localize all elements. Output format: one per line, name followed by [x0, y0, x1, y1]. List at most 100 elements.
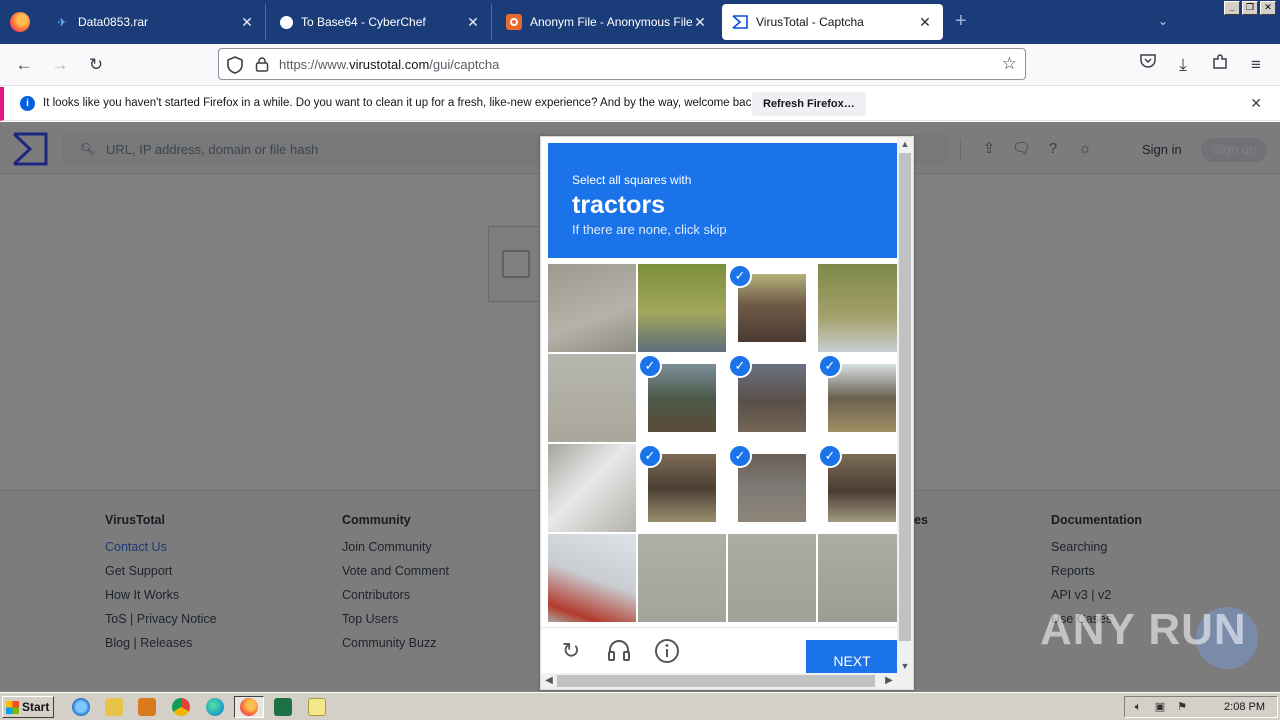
url-text: https://www.virustotal.com/gui/captcha	[279, 57, 500, 72]
captcha-tile[interactable]: ✓	[818, 354, 906, 442]
captcha-tile[interactable]: ✓	[638, 354, 726, 442]
checkmark-icon: ✓	[638, 444, 662, 468]
captcha-tile-image	[728, 534, 816, 622]
captcha-hint-text: If there are none, click skip	[572, 222, 727, 237]
captcha-tile[interactable]: ✓	[818, 444, 906, 532]
scroll-left-icon[interactable]: ◀	[541, 673, 557, 689]
list-all-tabs-icon[interactable]: ⌄	[1158, 14, 1168, 28]
horizontal-scrollbar[interactable]: ◀ ▶	[541, 673, 913, 689]
scroll-up-icon[interactable]: ▲	[897, 137, 913, 151]
tab-strip: ✈ Data0853.rar ✕ To Base64 - CyberChef ✕…	[0, 0, 1280, 44]
start-button[interactable]: Start	[2, 696, 54, 718]
audio-challenge-icon[interactable]	[606, 638, 632, 664]
captcha-tile[interactable]	[548, 534, 636, 622]
anyrun-watermark: ANY RUN	[1040, 605, 1247, 655]
vertical-scrollbar[interactable]: ▲ ▼	[897, 137, 913, 673]
captcha-tile[interactable]	[818, 534, 906, 622]
lock-icon[interactable]	[255, 56, 269, 72]
close-tab-icon[interactable]: ✕	[917, 14, 933, 31]
checkmark-icon: ✓	[818, 444, 842, 468]
captcha-tile[interactable]: ✓	[638, 444, 726, 532]
scroll-thumb[interactable]	[899, 153, 911, 641]
refresh-firefox-button[interactable]: Refresh Firefox…	[752, 92, 866, 116]
bookmark-star-icon[interactable]: ☆	[1002, 54, 1017, 74]
pocket-icon[interactable]	[1137, 54, 1159, 76]
tab-virustotal[interactable]: VirusTotal - Captcha ✕	[722, 4, 943, 40]
captcha-target-word: tractors	[572, 191, 666, 219]
checkmark-icon: ✓	[818, 354, 842, 378]
close-tab-icon[interactable]: ✕	[692, 14, 708, 31]
start-label: Start	[22, 700, 50, 714]
restore-button[interactable]: ❐	[1242, 1, 1258, 15]
volume-icon[interactable]: 🔈︎	[1131, 700, 1145, 714]
checkmark-icon: ✓	[728, 444, 752, 468]
captcha-tile[interactable]: ✓	[728, 444, 816, 532]
close-notification-icon[interactable]: ✕	[1250, 95, 1262, 112]
captcha-tile[interactable]	[638, 534, 726, 622]
back-arrow-icon[interactable]: ←	[13, 54, 35, 76]
captcha-prompt-text: Select all squares with	[572, 173, 692, 187]
captcha-tile[interactable]	[638, 264, 726, 352]
windows-flag-icon	[6, 701, 19, 714]
firefox-logo-icon	[10, 12, 30, 32]
close-window-button[interactable]: ✕	[1260, 1, 1276, 15]
checkmark-icon: ✓	[728, 264, 752, 288]
hamburger-menu-icon[interactable]: ≡	[1245, 54, 1267, 76]
clock: 2:08 PM	[1224, 701, 1265, 713]
system-tray: 🔈︎ ▣ ⚑ 2:08 PM	[1124, 696, 1278, 718]
internet-explorer-icon[interactable]	[72, 698, 90, 716]
scroll-down-icon[interactable]: ▼	[897, 659, 913, 673]
captcha-tile[interactable]	[548, 444, 636, 532]
shield-icon[interactable]	[227, 56, 243, 74]
scroll-thumb[interactable]	[557, 675, 875, 687]
chrome-icon[interactable]	[172, 698, 190, 716]
address-bar[interactable]: https://www.virustotal.com/gui/captcha ☆	[218, 48, 1026, 80]
close-tab-icon[interactable]: ✕	[239, 14, 255, 31]
action-center-flag-icon[interactable]: ⚑	[1175, 700, 1189, 714]
refresh-challenge-icon[interactable]: ↻	[558, 638, 584, 664]
captcha-footer: ↻ NEXT	[541, 627, 913, 676]
tab-anonym-file[interactable]: Anonym File - Anonymous File Uplo ✕	[496, 4, 718, 40]
network-icon[interactable]: ▣	[1153, 700, 1167, 714]
notepad-icon[interactable]	[308, 698, 326, 716]
captcha-prompt: Select all squares with tractors If ther…	[548, 143, 898, 258]
captcha-tile-image	[548, 444, 636, 532]
paper-plane-icon: ✈	[57, 16, 67, 29]
tab-cyberchef[interactable]: To Base64 - CyberChef ✕	[270, 4, 492, 40]
info-icon[interactable]	[654, 638, 680, 664]
info-icon: i	[20, 96, 35, 111]
extensions-icon[interactable]	[1209, 54, 1231, 76]
captcha-challenge-dialog: Select all squares with tractors If ther…	[540, 136, 914, 690]
tab-title: To Base64 - CyberChef	[301, 15, 426, 29]
minimize-button[interactable]: _	[1224, 1, 1240, 15]
captcha-tile[interactable]: ✓	[728, 354, 816, 442]
captcha-tile[interactable]	[728, 534, 816, 622]
firefox-icon[interactable]	[240, 698, 258, 716]
tab-title: Data0853.rar	[78, 15, 149, 29]
notification-message: It looks like you haven't started Firefo…	[43, 97, 761, 109]
close-tab-icon[interactable]: ✕	[465, 14, 481, 31]
file-explorer-icon[interactable]	[105, 698, 123, 716]
captcha-tile[interactable]	[548, 354, 636, 442]
scroll-right-icon[interactable]: ▶	[881, 673, 897, 689]
captcha-tile[interactable]	[818, 264, 906, 352]
refresh-firefox-notification: i It looks like you haven't started Fire…	[0, 87, 1280, 121]
captcha-tile-image	[638, 264, 726, 352]
reload-icon[interactable]: ↻	[85, 54, 107, 76]
captcha-tile[interactable]	[548, 264, 636, 352]
excel-icon[interactable]	[274, 698, 292, 716]
virustotal-icon	[732, 14, 748, 30]
media-player-icon[interactable]	[138, 698, 156, 716]
tab-title: VirusTotal - Captcha	[756, 15, 864, 29]
edge-icon[interactable]	[206, 698, 224, 716]
forward-arrow-icon[interactable]: →	[49, 54, 71, 76]
new-tab-button[interactable]: +	[955, 11, 967, 31]
chef-hat-icon	[280, 15, 293, 29]
next-button[interactable]: NEXT	[806, 640, 898, 676]
tab-data0853[interactable]: ✈ Data0853.rar ✕	[44, 4, 266, 40]
captcha-tile-image	[548, 534, 636, 622]
captcha-tile-image	[818, 534, 906, 622]
downloads-icon[interactable]: ⤓	[1172, 54, 1194, 76]
captcha-tile[interactable]: ✓	[728, 264, 816, 352]
captcha-tile-image	[548, 264, 636, 352]
